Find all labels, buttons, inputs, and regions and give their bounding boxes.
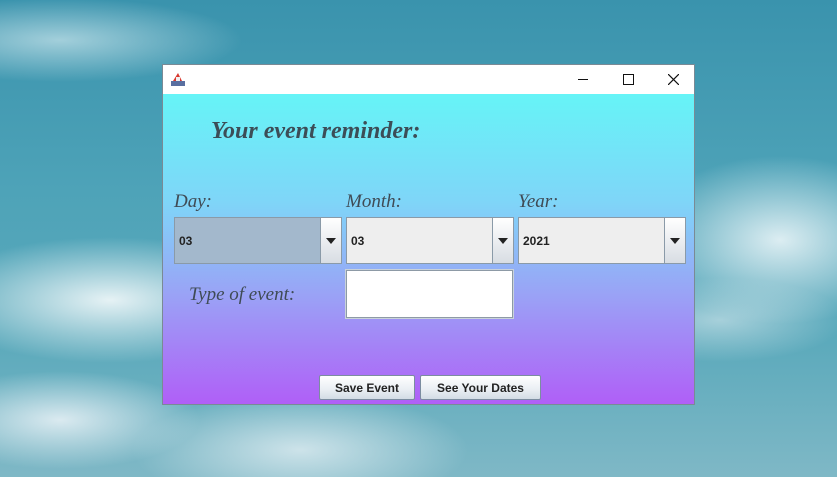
close-icon [667,74,679,85]
day-select-value: 03 [179,234,193,248]
title-bar[interactable] [163,65,694,94]
app-window: Your event reminder: Day: Month: Year: 0… [162,64,695,405]
day-label: Day: [174,191,212,212]
chevron-down-icon [498,237,508,244]
year-select[interactable]: 2021 [518,217,686,264]
form-panel: Your event reminder: Day: Month: Year: 0… [163,94,694,404]
maximize-icon [622,74,634,85]
day-select[interactable]: 03 [174,217,342,264]
close-button[interactable] [650,65,696,94]
save-event-button[interactable]: Save Event [319,375,415,400]
event-type-input[interactable] [345,269,514,319]
year-select-value: 2021 [523,234,550,248]
year-label: Year: [518,191,559,212]
java-app-icon [171,73,185,86]
chevron-down-icon [670,237,680,244]
month-select-value: 03 [351,234,365,248]
year-select-arrow[interactable] [664,218,685,263]
month-select-arrow[interactable] [492,218,513,263]
minimize-button[interactable] [560,65,606,94]
month-label: Month: [346,191,402,212]
page-title: Your event reminder: [211,118,421,144]
maximize-button[interactable] [605,65,651,94]
day-select-arrow[interactable] [320,218,341,263]
minimize-icon [578,79,588,80]
chevron-down-icon [326,237,336,244]
event-type-label: Type of event: [189,284,296,305]
see-your-dates-button[interactable]: See Your Dates [420,375,541,400]
month-select[interactable]: 03 [346,217,514,264]
